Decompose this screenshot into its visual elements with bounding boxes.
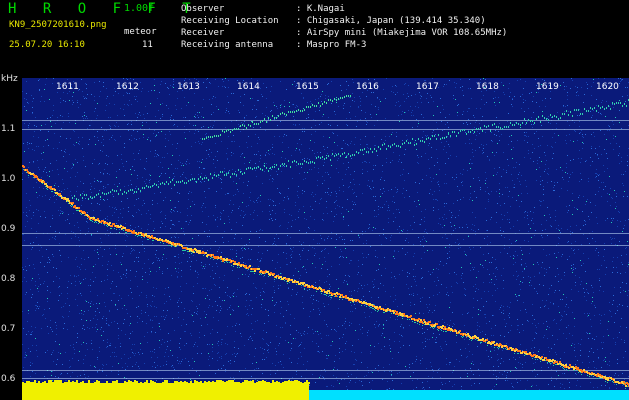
x-tick-label: 1620 [596,82,619,92]
y-tick-label: 0.8 [1,274,16,284]
y-tick-label: 1.1 [1,124,16,134]
info-label-observer: Observer [181,4,225,14]
x-tick-label: 1615 [296,82,319,92]
reference-line [22,233,629,234]
date-time: 25.07.20 16:10 [9,40,85,50]
info-label-receiver: Receiver [181,28,225,38]
spectrogram-canvas [22,78,629,400]
file-name: KN9_2507201610.png [9,20,107,30]
x-tick-label: 1612 [116,82,139,92]
info-label-antenna: Receiving antenna [181,40,274,50]
x-tick-label: 1619 [536,82,559,92]
app-version: 1.00f [124,3,155,14]
reference-line [22,245,629,246]
reference-line [22,120,629,121]
header-panel: H R O F F T 1.00f KN9_2507201610.png met… [0,0,629,78]
info-value-observer: : K.Nagai [296,4,345,14]
y-tick-label: 0.9 [1,224,16,234]
spectrogram-plot [22,78,629,400]
x-tick-label: 1617 [416,82,439,92]
reference-line [22,378,629,379]
y-tick-label: 0.7 [1,324,16,334]
x-tick-label: 1611 [56,82,79,92]
x-tick-label: 1616 [356,82,379,92]
y-tick-label: 0.6 [1,374,16,384]
info-value-antenna: : Maspro FM-3 [296,40,367,50]
x-tick-label: 1614 [237,82,260,92]
info-value-location: : Chigasaki, Japan (139.414 35.340) [296,16,486,26]
spectrogram-background [22,78,629,400]
info-label-location: Receiving Location [181,16,279,26]
meteor-label: meteor [124,27,157,37]
app-brand: H R O F F T [8,1,200,17]
x-tick-label: 1613 [177,82,200,92]
info-value-receiver: : AirSpy mini (Miakejima VOR 108.65MHz) [296,28,508,38]
y-axis-unit: kHz [1,74,18,84]
reference-line [22,370,629,371]
x-tick-label: 1618 [476,82,499,92]
reference-line [22,129,629,130]
meteor-count: 11 [142,40,153,50]
y-tick-label: 1.0 [1,174,16,184]
